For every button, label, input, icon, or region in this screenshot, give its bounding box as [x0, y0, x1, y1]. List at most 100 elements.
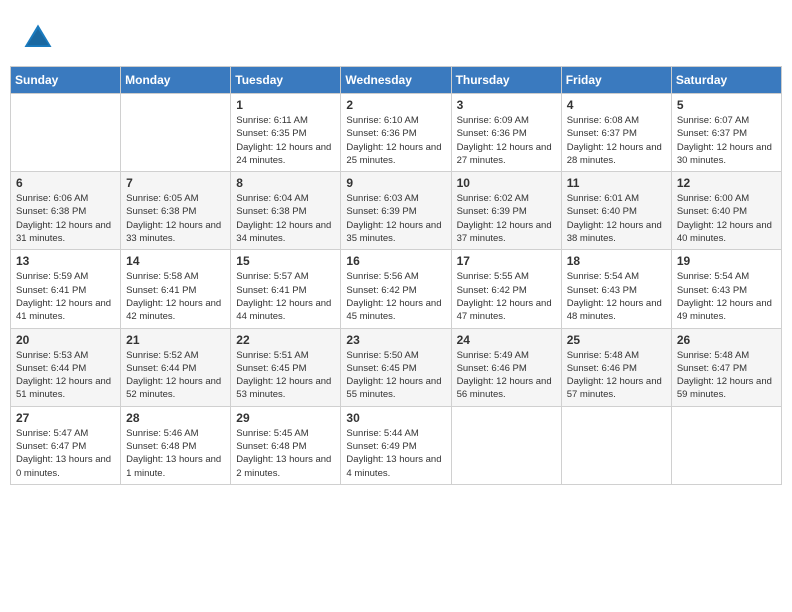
calendar: SundayMondayTuesdayWednesdayThursdayFrid… — [10, 66, 782, 485]
day-header-saturday: Saturday — [671, 67, 781, 94]
calendar-cell — [451, 406, 561, 484]
week-row-5: 27 Sunrise: 5:47 AMSunset: 6:47 PMDayligh… — [11, 406, 782, 484]
day-number: 6 — [16, 176, 115, 190]
day-number: 24 — [457, 333, 556, 347]
calendar-cell: 22 Sunrise: 5:51 AMSunset: 6:45 PMDayligh… — [231, 328, 341, 406]
week-row-1: 1 Sunrise: 6:11 AMSunset: 6:35 PMDaylight… — [11, 94, 782, 172]
day-info: Sunrise: 6:02 AMSunset: 6:39 PMDaylight:… — [457, 192, 556, 245]
day-info: Sunrise: 6:05 AMSunset: 6:38 PMDaylight:… — [126, 192, 225, 245]
calendar-cell: 18 Sunrise: 5:54 AMSunset: 6:43 PMDayligh… — [561, 250, 671, 328]
calendar-cell: 23 Sunrise: 5:50 AMSunset: 6:45 PMDayligh… — [341, 328, 451, 406]
day-info: Sunrise: 6:00 AMSunset: 6:40 PMDaylight:… — [677, 192, 776, 245]
calendar-cell: 14 Sunrise: 5:58 AMSunset: 6:41 PMDayligh… — [121, 250, 231, 328]
page-header — [10, 10, 782, 61]
day-number: 7 — [126, 176, 225, 190]
calendar-cell — [671, 406, 781, 484]
day-info: Sunrise: 5:53 AMSunset: 6:44 PMDaylight:… — [16, 349, 115, 402]
calendar-cell: 7 Sunrise: 6:05 AMSunset: 6:38 PMDaylight… — [121, 172, 231, 250]
calendar-cell: 9 Sunrise: 6:03 AMSunset: 6:39 PMDaylight… — [341, 172, 451, 250]
calendar-cell: 1 Sunrise: 6:11 AMSunset: 6:35 PMDaylight… — [231, 94, 341, 172]
day-info: Sunrise: 6:09 AMSunset: 6:36 PMDaylight:… — [457, 114, 556, 167]
day-info: Sunrise: 5:48 AMSunset: 6:46 PMDaylight:… — [567, 349, 666, 402]
calendar-cell: 24 Sunrise: 5:49 AMSunset: 6:46 PMDayligh… — [451, 328, 561, 406]
day-header-wednesday: Wednesday — [341, 67, 451, 94]
day-info: Sunrise: 5:51 AMSunset: 6:45 PMDaylight:… — [236, 349, 335, 402]
day-number: 5 — [677, 98, 776, 112]
day-number: 21 — [126, 333, 225, 347]
day-info: Sunrise: 5:45 AMSunset: 6:48 PMDaylight:… — [236, 427, 335, 480]
week-row-2: 6 Sunrise: 6:06 AMSunset: 6:38 PMDaylight… — [11, 172, 782, 250]
day-number: 20 — [16, 333, 115, 347]
calendar-cell — [121, 94, 231, 172]
logo — [20, 20, 60, 56]
day-info: Sunrise: 6:10 AMSunset: 6:36 PMDaylight:… — [346, 114, 445, 167]
day-number: 16 — [346, 254, 445, 268]
day-number: 29 — [236, 411, 335, 425]
calendar-header-row: SundayMondayTuesdayWednesdayThursdayFrid… — [11, 67, 782, 94]
calendar-cell: 8 Sunrise: 6:04 AMSunset: 6:38 PMDaylight… — [231, 172, 341, 250]
day-number: 23 — [346, 333, 445, 347]
day-info: Sunrise: 5:48 AMSunset: 6:47 PMDaylight:… — [677, 349, 776, 402]
day-info: Sunrise: 5:54 AMSunset: 6:43 PMDaylight:… — [567, 270, 666, 323]
day-info: Sunrise: 6:07 AMSunset: 6:37 PMDaylight:… — [677, 114, 776, 167]
day-info: Sunrise: 5:56 AMSunset: 6:42 PMDaylight:… — [346, 270, 445, 323]
calendar-cell — [11, 94, 121, 172]
day-number: 18 — [567, 254, 666, 268]
day-info: Sunrise: 5:44 AMSunset: 6:49 PMDaylight:… — [346, 427, 445, 480]
day-info: Sunrise: 5:49 AMSunset: 6:46 PMDaylight:… — [457, 349, 556, 402]
day-info: Sunrise: 6:11 AMSunset: 6:35 PMDaylight:… — [236, 114, 335, 167]
day-info: Sunrise: 6:01 AMSunset: 6:40 PMDaylight:… — [567, 192, 666, 245]
calendar-cell: 5 Sunrise: 6:07 AMSunset: 6:37 PMDaylight… — [671, 94, 781, 172]
day-number: 8 — [236, 176, 335, 190]
calendar-cell: 13Sunrise: 5:59 AMSunset: 6:41 PMDayligh… — [11, 250, 121, 328]
day-number: 10 — [457, 176, 556, 190]
calendar-cell: 2 Sunrise: 6:10 AMSunset: 6:36 PMDaylight… — [341, 94, 451, 172]
calendar-cell: 25 Sunrise: 5:48 AMSunset: 6:46 PMDayligh… — [561, 328, 671, 406]
day-info: Sunrise: 5:58 AMSunset: 6:41 PMDaylight:… — [126, 270, 225, 323]
calendar-cell: 3 Sunrise: 6:09 AMSunset: 6:36 PMDaylight… — [451, 94, 561, 172]
calendar-cell: 21 Sunrise: 5:52 AMSunset: 6:44 PMDayligh… — [121, 328, 231, 406]
day-header-monday: Monday — [121, 67, 231, 94]
day-number: 13 — [16, 254, 115, 268]
day-number: 3 — [457, 98, 556, 112]
day-number: 27 — [16, 411, 115, 425]
day-number: 11 — [567, 176, 666, 190]
day-info: Sunrise: 5:50 AMSunset: 6:45 PMDaylight:… — [346, 349, 445, 402]
calendar-cell: 11 Sunrise: 6:01 AMSunset: 6:40 PMDayligh… — [561, 172, 671, 250]
day-header-friday: Friday — [561, 67, 671, 94]
calendar-cell: 6 Sunrise: 6:06 AMSunset: 6:38 PMDaylight… — [11, 172, 121, 250]
day-info: Sunrise: 6:04 AMSunset: 6:38 PMDaylight:… — [236, 192, 335, 245]
calendar-cell: 19Sunrise: 5:54 AMSunset: 6:43 PMDayligh… — [671, 250, 781, 328]
day-number: 2 — [346, 98, 445, 112]
day-number: 30 — [346, 411, 445, 425]
day-info: Sunrise: 5:55 AMSunset: 6:42 PMDaylight:… — [457, 270, 556, 323]
calendar-cell: 16 Sunrise: 5:56 AMSunset: 6:42 PMDayligh… — [341, 250, 451, 328]
week-row-3: 13Sunrise: 5:59 AMSunset: 6:41 PMDayligh… — [11, 250, 782, 328]
day-number: 15 — [236, 254, 335, 268]
calendar-cell: 15 Sunrise: 5:57 AMSunset: 6:41 PMDayligh… — [231, 250, 341, 328]
calendar-cell: 17Sunrise: 5:55 AMSunset: 6:42 PMDayligh… — [451, 250, 561, 328]
day-number: 9 — [346, 176, 445, 190]
day-number: 1 — [236, 98, 335, 112]
day-number: 12 — [677, 176, 776, 190]
calendar-cell: 28 Sunrise: 5:46 AMSunset: 6:48 PMDayligh… — [121, 406, 231, 484]
logo-icon — [20, 20, 56, 56]
day-number: 25 — [567, 333, 666, 347]
calendar-cell: 4Sunrise: 6:08 AMSunset: 6:37 PMDaylight… — [561, 94, 671, 172]
day-info: Sunrise: 5:52 AMSunset: 6:44 PMDaylight:… — [126, 349, 225, 402]
day-info: Sunrise: 6:06 AMSunset: 6:38 PMDaylight:… — [16, 192, 115, 245]
day-info: Sunrise: 6:03 AMSunset: 6:39 PMDaylight:… — [346, 192, 445, 245]
day-number: 14 — [126, 254, 225, 268]
calendar-cell: 26 Sunrise: 5:48 AMSunset: 6:47 PMDayligh… — [671, 328, 781, 406]
day-info: Sunrise: 5:54 AMSunset: 6:43 PMDaylight:… — [677, 270, 776, 323]
calendar-cell: 12 Sunrise: 6:00 AMSunset: 6:40 PMDayligh… — [671, 172, 781, 250]
day-number: 22 — [236, 333, 335, 347]
day-info: Sunrise: 5:46 AMSunset: 6:48 PMDaylight:… — [126, 427, 225, 480]
day-number: 26 — [677, 333, 776, 347]
day-info: Sunrise: 5:47 AMSunset: 6:47 PMDaylight:… — [16, 427, 115, 480]
calendar-cell: 10 Sunrise: 6:02 AMSunset: 6:39 PMDayligh… — [451, 172, 561, 250]
day-info: Sunrise: 5:57 AMSunset: 6:41 PMDaylight:… — [236, 270, 335, 323]
calendar-cell — [561, 406, 671, 484]
day-number: 28 — [126, 411, 225, 425]
day-header-tuesday: Tuesday — [231, 67, 341, 94]
